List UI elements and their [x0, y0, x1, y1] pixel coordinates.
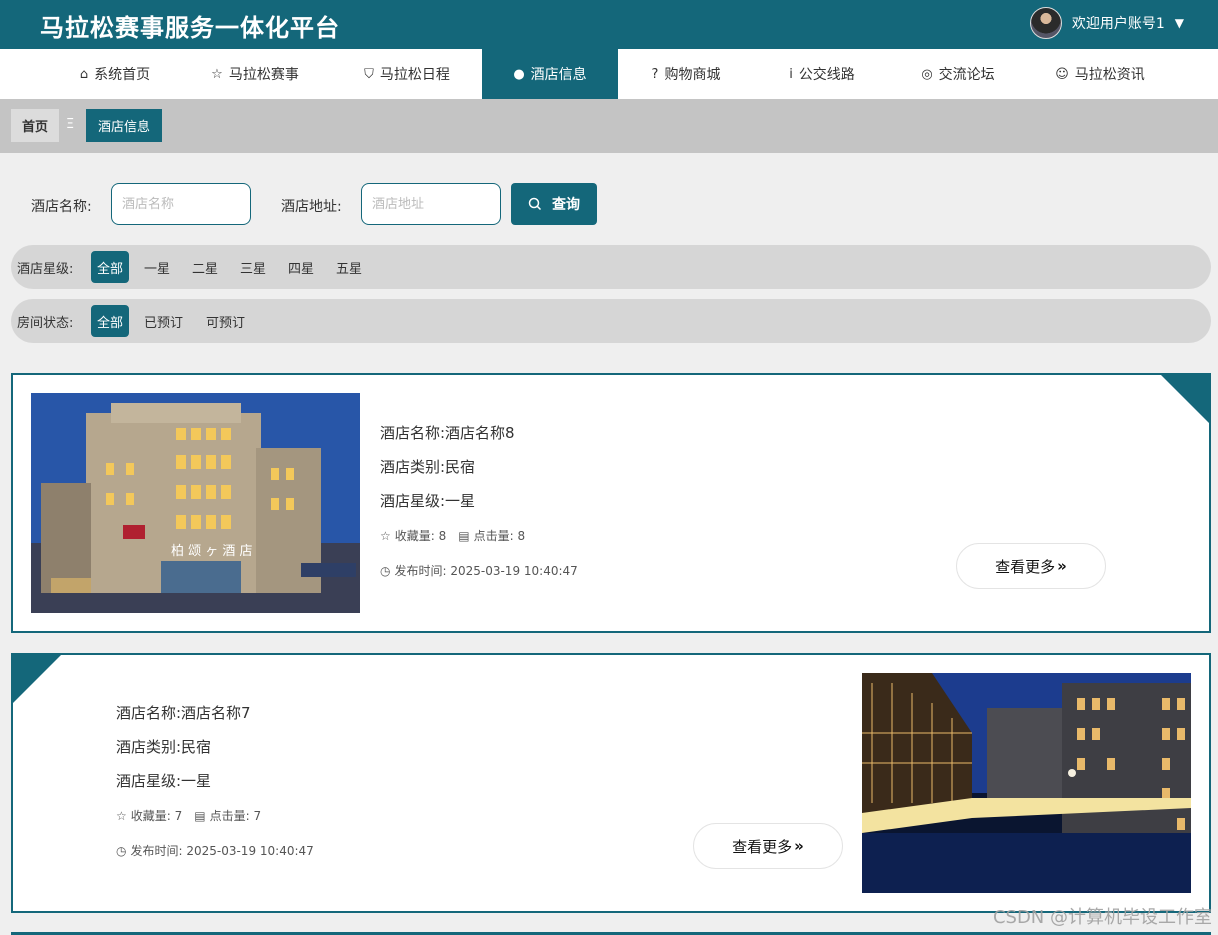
hotel-address-label: 酒店地址: — [281, 199, 342, 215]
info-circle-icon: i — [789, 66, 793, 82]
star-filter-label: 酒店星级: — [17, 262, 74, 277]
nav-item-shop[interactable]: ? 购物商城 — [618, 49, 754, 99]
nav-item-home[interactable]: ⌂ 系统首页 — [40, 49, 190, 99]
hotel-building-image: 柏 颂 ヶ 酒 店 — [31, 393, 360, 613]
nav-item-hotel-info[interactable]: ● 酒店信息 — [482, 49, 618, 99]
card-corner-decoration — [1161, 375, 1209, 423]
nav-item-label: 马拉松赛事 — [228, 67, 299, 83]
search-icon — [528, 197, 542, 211]
hotel-card[interactable]: 柏 颂 ヶ 酒 店 酒店名称:酒店名称8 酒店类别:民宿 酒店星级:一星 ☆ 收… — [11, 373, 1211, 633]
star-option-5[interactable]: 五星 — [336, 251, 362, 283]
favorite-count: 收藏量: 7 — [130, 809, 183, 823]
nav-item-label: 交流论坛 — [938, 67, 995, 83]
breadcrumb-current: 酒店信息 — [86, 109, 162, 142]
hotel-name-input[interactable] — [111, 183, 251, 225]
click-icon: ▤ — [458, 528, 470, 543]
watermark: CSDN @计算机毕设工作室 — [992, 907, 1212, 928]
breadcrumb-home[interactable]: 首页 — [11, 109, 59, 142]
smile-icon: ☺ — [1055, 66, 1069, 82]
hotel-stats: ☆ 收藏量: 8 ▤ 点击量: 8 — [380, 527, 525, 544]
double-chevron-right-icon: » — [794, 837, 804, 855]
hotel-sign: 柏 颂 ヶ 酒 店 — [171, 544, 253, 559]
publish-info: ◷ 发布时间: 2025-03-19 10:40:47 — [380, 562, 578, 579]
star-option-4[interactable]: 四星 — [288, 251, 314, 283]
breadcrumb-separator-icon: Ξ — [66, 117, 75, 132]
welcome-text[interactable]: 欢迎用户账号1 — [1072, 13, 1165, 33]
card-corner-decoration — [13, 655, 61, 703]
hotel-image[interactable] — [862, 673, 1191, 893]
room-status-filter: 房间状态: 全部 已预订 可预订 — [11, 299, 1211, 343]
clock-icon: ◷ — [116, 843, 127, 858]
question-circle-icon: ? — [651, 66, 659, 82]
star-filter: 酒店星级: 全部 一星 二星 三星 四星 五星 — [11, 245, 1211, 289]
nav-item-bus-routes[interactable]: i 公交线路 — [754, 49, 890, 99]
top-bar: 马拉松赛事服务一体化平台 欢迎用户账号1 ▼ — [0, 0, 1218, 49]
hotel-name-label: 酒店名称: — [31, 199, 92, 215]
breadcrumb: 首页 Ξ 酒店信息 — [0, 99, 1218, 153]
star-option-3[interactable]: 三星 — [240, 251, 266, 283]
caret-down-icon[interactable]: ▼ — [1175, 16, 1184, 30]
click-count: 点击量: 7 — [209, 809, 262, 823]
room-option-available[interactable]: 可预订 — [206, 305, 245, 337]
nav-item-news[interactable]: ☺ 马拉松资讯 — [1030, 49, 1170, 99]
hotel-star: 酒店星级:一星 — [116, 772, 212, 790]
clock-icon: ◷ — [380, 563, 391, 578]
hotel-address-input[interactable] — [361, 183, 501, 225]
home-icon: ⌂ — [79, 66, 89, 82]
hotel-image[interactable]: 柏 颂 ヶ 酒 店 — [31, 393, 360, 613]
user-menu[interactable]: 欢迎用户账号1 ▼ — [1029, 7, 1184, 39]
hotel-type: 酒店类别:民宿 — [116, 738, 212, 756]
hotel-card[interactable]: 酒店名称:酒店名称7 酒店类别:民宿 酒店星级:一星 ☆ 收藏量: 7 ▤ 点击… — [11, 653, 1211, 913]
view-more-label: 查看更多 — [732, 837, 793, 856]
nav-item-marathon-events[interactable]: ☆ 马拉松赛事 — [180, 49, 330, 99]
favorite-count: 收藏量: 8 — [394, 529, 447, 543]
bag-icon: ⛉ — [364, 66, 374, 82]
star-option-1[interactable]: 一星 — [144, 251, 170, 283]
view-more-label: 查看更多 — [995, 557, 1056, 576]
main-nav: ⌂ 系统首页 ☆ 马拉松赛事 ⛉ 马拉松日程 ● 酒店信息 ? 购物商城 i 公… — [0, 49, 1218, 99]
nav-item-label: 酒店信息 — [530, 67, 587, 83]
view-more-button[interactable]: 查看更多 » — [956, 543, 1106, 589]
search-button-label: 查询 — [552, 196, 580, 212]
nav-item-label: 马拉松资讯 — [1074, 67, 1145, 83]
nav-item-label: 公交线路 — [798, 67, 855, 83]
hotel-type: 酒店类别:民宿 — [380, 458, 476, 476]
hotel-star: 酒店星级:一星 — [380, 492, 476, 510]
hotel-name: 酒店名称:酒店名称7 — [116, 704, 251, 722]
nav-item-schedule[interactable]: ⛉ 马拉松日程 — [332, 49, 482, 99]
nav-item-forum[interactable]: ◎ 交流论坛 — [890, 49, 1026, 99]
target-icon: ◎ — [921, 66, 933, 82]
hotel-name: 酒店名称:酒店名称8 — [380, 424, 515, 442]
click-icon: ▤ — [194, 808, 206, 823]
star-option-all[interactable]: 全部 — [91, 251, 129, 283]
publish-info: ◷ 发布时间: 2025-03-19 10:40:47 — [116, 842, 314, 859]
star-option-2[interactable]: 二星 — [192, 251, 218, 283]
search-button[interactable]: 查询 — [511, 183, 597, 225]
room-option-booked[interactable]: 已预订 — [144, 305, 183, 337]
room-option-all[interactable]: 全部 — [91, 305, 129, 337]
site-title: 马拉松赛事服务一体化平台 — [40, 14, 340, 42]
star-icon: ☆ — [211, 66, 223, 82]
room-filter-label: 房间状态: — [17, 316, 74, 331]
nav-item-label: 马拉松日程 — [379, 67, 450, 83]
favorite-icon: ☆ — [380, 528, 391, 543]
hotel-pool-image — [862, 673, 1191, 893]
publish-time: 发布时间: 2025-03-19 10:40:47 — [394, 564, 578, 578]
avatar[interactable] — [1029, 7, 1062, 39]
nav-item-label: 系统首页 — [94, 67, 151, 83]
nav-item-label: 购物商城 — [664, 67, 721, 83]
alert-circle-icon: ● — [513, 66, 525, 82]
favorite-icon: ☆ — [116, 808, 127, 823]
double-chevron-right-icon: » — [1057, 557, 1067, 575]
publish-time: 发布时间: 2025-03-19 10:40:47 — [130, 844, 314, 858]
click-count: 点击量: 8 — [473, 529, 526, 543]
hotel-stats: ☆ 收藏量: 7 ▤ 点击量: 7 — [116, 807, 261, 824]
view-more-button[interactable]: 查看更多 » — [693, 823, 843, 869]
